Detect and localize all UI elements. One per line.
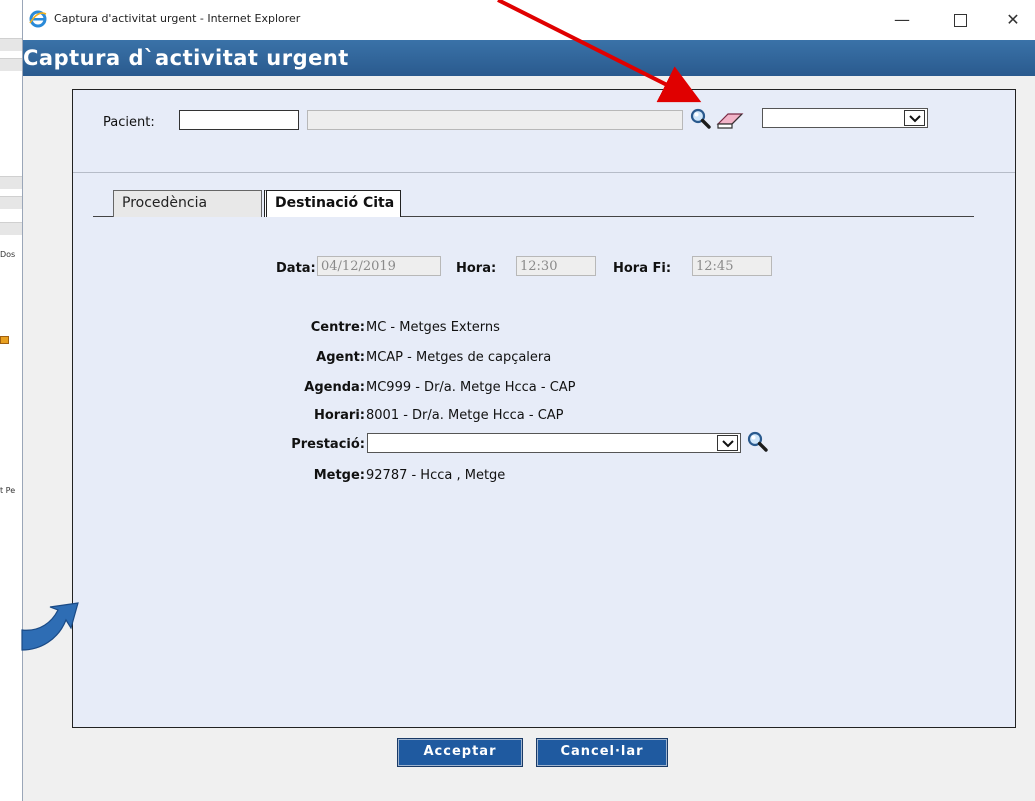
tab-baseline: [401, 216, 974, 217]
tab-baseline: [93, 216, 113, 217]
chevron-down-icon[interactable]: [717, 435, 738, 451]
maximize-icon: [953, 14, 967, 27]
metge-value: 92787 - Hcca , Metge: [366, 468, 506, 483]
centre-value: MC - Metges Externs: [366, 320, 500, 335]
maximize-button[interactable]: [938, 6, 982, 34]
patient-name-input: [307, 110, 683, 130]
agent-value: MCAP - Metges de capçalera: [366, 350, 552, 365]
hour-label: Hora:: [456, 261, 497, 276]
bg-strip: [0, 176, 22, 189]
cancel-button[interactable]: Cancel·lar: [536, 738, 668, 767]
prestacio-search-icon[interactable]: [747, 431, 769, 453]
tab-procedencia[interactable]: Procedència: [113, 190, 262, 217]
internet-explorer-icon: [29, 10, 47, 28]
date-label: Data:: [276, 261, 316, 276]
agenda-value: MC999 - Dr/a. Metge Hcca - CAP: [366, 380, 576, 395]
patient-filter-select[interactable]: [762, 108, 928, 128]
prestacio-select[interactable]: [367, 433, 741, 453]
main-panel: Pacient: Procedència Destinació Cita Dat…: [72, 89, 1016, 728]
agent-label: Agent:: [316, 350, 365, 365]
tab-destinacio-cita[interactable]: Destinació Cita: [264, 190, 401, 217]
prestacio-label: Prestació:: [291, 437, 365, 452]
bg-strip: [0, 38, 22, 51]
patient-code-input[interactable]: [179, 110, 299, 130]
horari-label: Horari:: [313, 408, 365, 423]
chevron-down-icon[interactable]: [904, 110, 925, 126]
bg-strip: [0, 222, 22, 235]
horari-value: 8001 - Dr/a. Metge Hcca - CAP: [366, 408, 564, 423]
hour-end-label: Hora Fi:: [613, 261, 672, 276]
hour-end-input: 12:45: [692, 256, 772, 276]
magnifier-icon[interactable]: [690, 108, 712, 130]
accept-button[interactable]: Acceptar: [397, 738, 523, 767]
close-button[interactable]: ✕: [991, 6, 1035, 34]
bg-text-fragment: t Pe: [0, 486, 16, 495]
centre-label: Centre:: [310, 320, 365, 335]
minimize-button[interactable]: —: [880, 6, 924, 34]
ie-window: Captura d'activitat urgent - Internet Ex…: [22, 0, 1035, 801]
hour-input: 12:30: [516, 256, 596, 276]
eraser-icon[interactable]: [716, 110, 744, 130]
title-bar: Captura d'activitat urgent - Internet Ex…: [23, 0, 1035, 40]
bg-text-fragment: Dos: [0, 250, 16, 259]
agenda-label: Agenda:: [304, 380, 365, 395]
background-window: Dos t Pe: [0, 0, 23, 801]
envelope-icon: [0, 336, 9, 344]
metge-label: Metge:: [313, 468, 365, 483]
date-input: 04/12/2019: [317, 256, 441, 276]
bg-strip: [0, 58, 22, 71]
bg-strip: [0, 196, 22, 209]
patient-label: Pacient:: [103, 115, 155, 130]
window-title: Captura d'activitat urgent - Internet Ex…: [54, 12, 301, 25]
page-title: Captura d`activitat urgent: [23, 46, 349, 70]
panel-divider: [73, 172, 1015, 173]
app-header: Captura d`activitat urgent: [23, 40, 1035, 76]
